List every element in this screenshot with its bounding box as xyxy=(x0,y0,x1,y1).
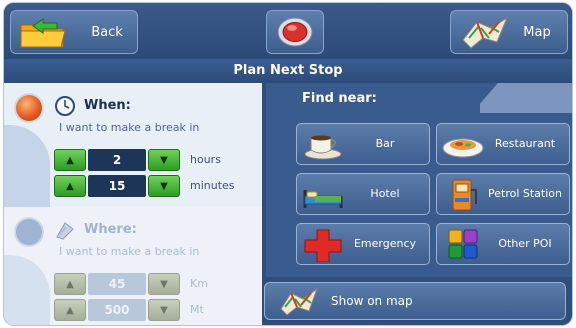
map-icon xyxy=(462,16,509,49)
minutes-unit: minutes xyxy=(190,179,235,192)
hours-increase-button[interactable]: ▲ xyxy=(54,149,86,171)
map-button[interactable]: Map xyxy=(450,10,568,54)
where-title: Where: xyxy=(84,222,137,237)
top-bar: Back Map xyxy=(4,3,572,59)
poi-label-bar: Bar xyxy=(375,137,395,150)
hours-decrease-button[interactable]: ▼ xyxy=(148,149,180,171)
poi-button-other-poi[interactable]: Other POI xyxy=(436,223,570,265)
red-disc-icon xyxy=(277,17,313,47)
distance-increase-button[interactable]: ▲ xyxy=(54,273,86,295)
tab-slope xyxy=(472,83,498,113)
poi-button-emergency[interactable]: Emergency xyxy=(296,223,430,265)
page-title: Plan Next Stop xyxy=(4,59,572,83)
where-section: Where: I want to make a break in ▲ 45 ▼ … xyxy=(4,207,262,325)
poi-button-hotel[interactable]: Hotel xyxy=(296,173,430,215)
red-cross-icon xyxy=(304,229,342,262)
back-button[interactable]: Back xyxy=(10,10,138,54)
minutes-increase-button[interactable]: ▲ xyxy=(54,175,86,197)
coffee-cup-icon xyxy=(304,135,342,160)
when-title: When: xyxy=(84,98,131,113)
minutes-stepper: ▲ 15 ▼ minutes xyxy=(54,175,254,197)
meters-decrease-button[interactable]: ▼ xyxy=(148,299,180,321)
distance-decrease-button[interactable]: ▼ xyxy=(148,273,180,295)
distance-unit: Km xyxy=(190,277,208,290)
dish-icon xyxy=(442,138,484,158)
hours-unit: hours xyxy=(190,153,221,166)
poi-button-bar[interactable]: Bar xyxy=(296,123,430,165)
folder-back-icon xyxy=(20,18,66,48)
map-label: Map xyxy=(523,24,551,40)
when-section: When: I want to make a break in ▲ 2 ▼ ho… xyxy=(4,83,262,207)
distance-stepper: ▲ 45 ▼ Km xyxy=(54,273,254,295)
decorative-curve xyxy=(4,125,50,207)
show-on-map-label: Show on map xyxy=(331,294,413,308)
when-radio-button[interactable] xyxy=(16,95,42,121)
meters-increase-button[interactable]: ▲ xyxy=(54,299,86,321)
poi-grid-icon xyxy=(448,229,478,259)
fuel-pump-icon xyxy=(452,179,477,211)
poi-label-petrol-station: Petrol Station xyxy=(488,187,562,200)
meters-stepper: ▲ 500 ▼ Mt xyxy=(54,299,254,321)
show-on-map-button[interactable]: Show on map xyxy=(264,282,566,320)
home-button[interactable] xyxy=(266,10,324,54)
find-near-label: Find near: xyxy=(302,91,377,106)
road-sign-icon xyxy=(56,222,74,240)
poi-label-emergency: Emergency xyxy=(353,237,417,250)
break-settings-panel: When: I want to make a break in ▲ 2 ▼ ho… xyxy=(4,83,262,325)
meters-unit: Mt xyxy=(190,303,204,316)
app-window: Back Map Plan Next Stop When: I want to … xyxy=(4,3,572,325)
back-label: Back xyxy=(91,24,123,40)
when-subtitle: I want to make a break in xyxy=(59,121,200,134)
minutes-decrease-button[interactable]: ▼ xyxy=(148,175,180,197)
bed-icon xyxy=(303,190,343,208)
minutes-value: 15 xyxy=(88,175,146,197)
poi-button-restaurant[interactable]: Restaurant xyxy=(436,123,570,165)
find-near-tab: Find near: xyxy=(266,83,480,113)
poi-label-other-poi: Other POI xyxy=(498,237,552,250)
find-near-panel: Find near: Bar Restaurant Hotel Petrol S… xyxy=(266,83,572,277)
poi-label-restaurant: Restaurant xyxy=(494,137,556,150)
hours-value: 2 xyxy=(88,149,146,171)
where-radio-button[interactable] xyxy=(16,219,42,245)
map-icon xyxy=(280,287,319,316)
clock-icon xyxy=(55,96,75,116)
where-subtitle: I want to make a break in xyxy=(59,245,200,258)
meters-value: 500 xyxy=(88,299,146,321)
hours-stepper: ▲ 2 ▼ hours xyxy=(54,149,254,171)
distance-value: 45 xyxy=(88,273,146,295)
poi-button-petrol-station[interactable]: Petrol Station xyxy=(436,173,570,215)
poi-grid: Bar Restaurant Hotel Petrol Station Emer… xyxy=(266,113,572,277)
decorative-curve xyxy=(4,255,50,325)
poi-label-hotel: Hotel xyxy=(370,187,400,200)
